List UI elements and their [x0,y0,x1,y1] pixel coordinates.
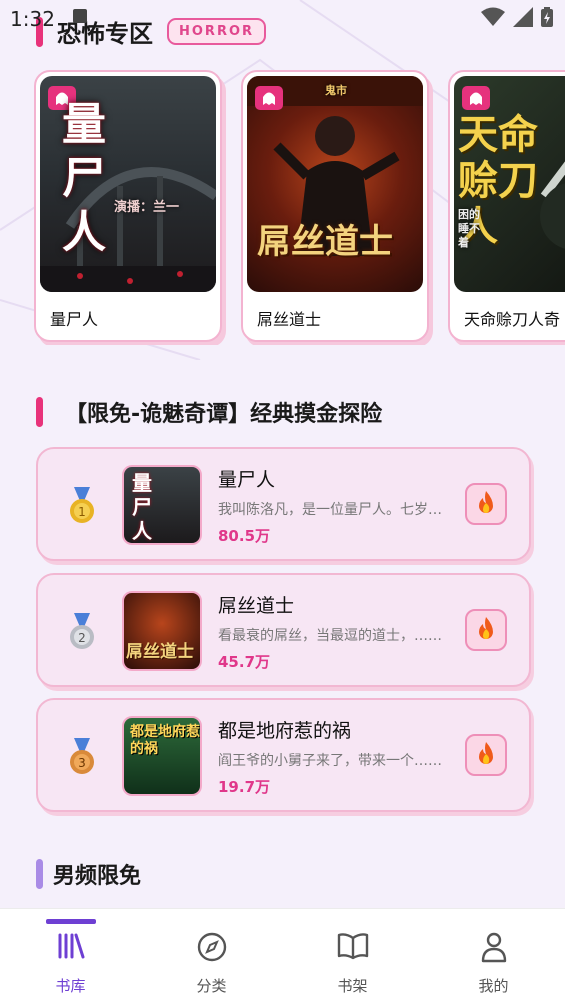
silver-medal-icon: 2 [70,613,94,649]
book-cover: 鬼市 屌丝道士 [247,76,423,292]
tab-profile[interactable]: 我的 [423,909,564,1004]
horror-carousel[interactable]: 量尸人 演播：兰一 量尸人 鬼市 屌丝道士 屌丝道士 天命赊刀人 困的睡不着 天… [34,70,565,345]
notification-icon [73,9,87,23]
medal-rank: 1 [78,505,86,519]
listen-count: 80.5万 [218,527,271,545]
gold-medal-icon: 1 [70,487,94,523]
ghost-tag-icon [462,86,490,110]
signal-icon [513,7,533,27]
wifi-icon [481,7,505,26]
bronze-medal-icon: 3 [70,738,94,774]
fire-icon [479,742,493,764]
book-description: 阎王爷的小舅子来了，带来一个…… [218,753,442,769]
cover-title: 量尸人 [62,99,106,258]
medal-rank: 3 [78,756,86,770]
cover-title: 屌丝道士 [257,222,393,262]
fire-button[interactable] [465,734,507,776]
rank-list-item[interactable]: 2 屌丝道士 屌丝道士 看最衰的屌丝，当最逗的道士，…… 45.7万 [36,573,531,687]
book-name: 量尸人 [50,310,99,329]
thumb-title: 都是地府惹的祸 [130,724,200,757]
thumb-title: 量尸人 [132,471,152,543]
section-bar [36,397,43,427]
book-title: 量尸人 [218,469,276,491]
book-description: 看最衰的屌丝，当最逗的道士，…… [218,628,442,644]
book-card[interactable]: 鬼市 屌丝道士 屌丝道士 [241,70,429,342]
rank-list-item[interactable]: 1 量尸人 量尸人 我叫陈洛凡，是一位量尸人。七岁那年…… 80.5万 [36,447,531,561]
book-thumbnail: 屌丝道士 [122,591,202,671]
fire-icon [479,491,493,513]
fire-button[interactable] [465,483,507,525]
book-name: 天命赊刀人奇 [464,310,561,329]
ghost-tag-icon [255,86,283,110]
book-cover: 天命赊刀人 困的睡不着 [454,76,565,292]
male-section-header: 男频限免 [36,858,141,890]
tab-label: 书架 [337,977,368,995]
cover-subtitle: 鬼市 [325,84,347,97]
book-card[interactable]: 量尸人 演播：兰一 量尸人 [34,70,222,342]
bottom-tab-bar: 书库 分类 书架 我的 [0,908,565,1004]
book-title: 都是地府惹的祸 [218,720,352,742]
tab-category[interactable]: 分类 [141,909,282,1004]
rank-section-header: 【限免-诡魅奇谭】经典摸金探险 [36,396,382,428]
section-title: 男频限免 [53,864,142,889]
tab-library[interactable]: 书库 [0,909,141,1004]
book-open-icon [337,933,368,960]
rank-list-item[interactable]: 3 都是地府惹的祸 都是地府惹的祸 阎王爷的小舅子来了，带来一个…… 19.7万 [36,698,531,812]
cover-subtitle: 困的睡不着 [458,208,480,249]
tab-label: 我的 [478,977,509,995]
book-name: 屌丝道士 [257,310,322,329]
battery-icon [541,7,553,27]
fire-icon [479,617,493,639]
section-title: 【限免-诡魅奇谭】经典摸金探险 [65,402,383,427]
active-tab-indicator [46,919,96,924]
status-bar: 1:32 [0,0,565,36]
book-thumbnail: 量尸人 [122,465,202,545]
tab-bookshelf[interactable]: 书架 [282,909,423,1004]
tab-label: 分类 [196,977,227,995]
compass-icon [197,932,226,962]
section-bar [36,859,43,889]
library-icon [58,933,84,959]
tab-label: 书库 [55,977,86,995]
book-title: 屌丝道士 [218,595,295,617]
medal-rank: 2 [78,631,86,645]
book-description: 我叫陈洛凡，是一位量尸人。七岁那年…… [218,502,454,518]
listen-count: 19.7万 [218,778,271,796]
listen-count: 45.7万 [218,653,271,671]
cover-subtitle: 演播：兰一 [114,200,180,215]
book-thumbnail: 都是地府惹的祸 [122,716,202,796]
status-time: 1:32 [10,7,55,31]
book-cover: 量尸人 演播：兰一 [40,76,216,292]
book-card[interactable]: 天命赊刀人 困的睡不着 天命赊刀人奇 [448,70,565,342]
person-icon [481,932,506,963]
fire-button[interactable] [465,609,507,651]
thumb-title: 屌丝道士 [126,642,194,662]
